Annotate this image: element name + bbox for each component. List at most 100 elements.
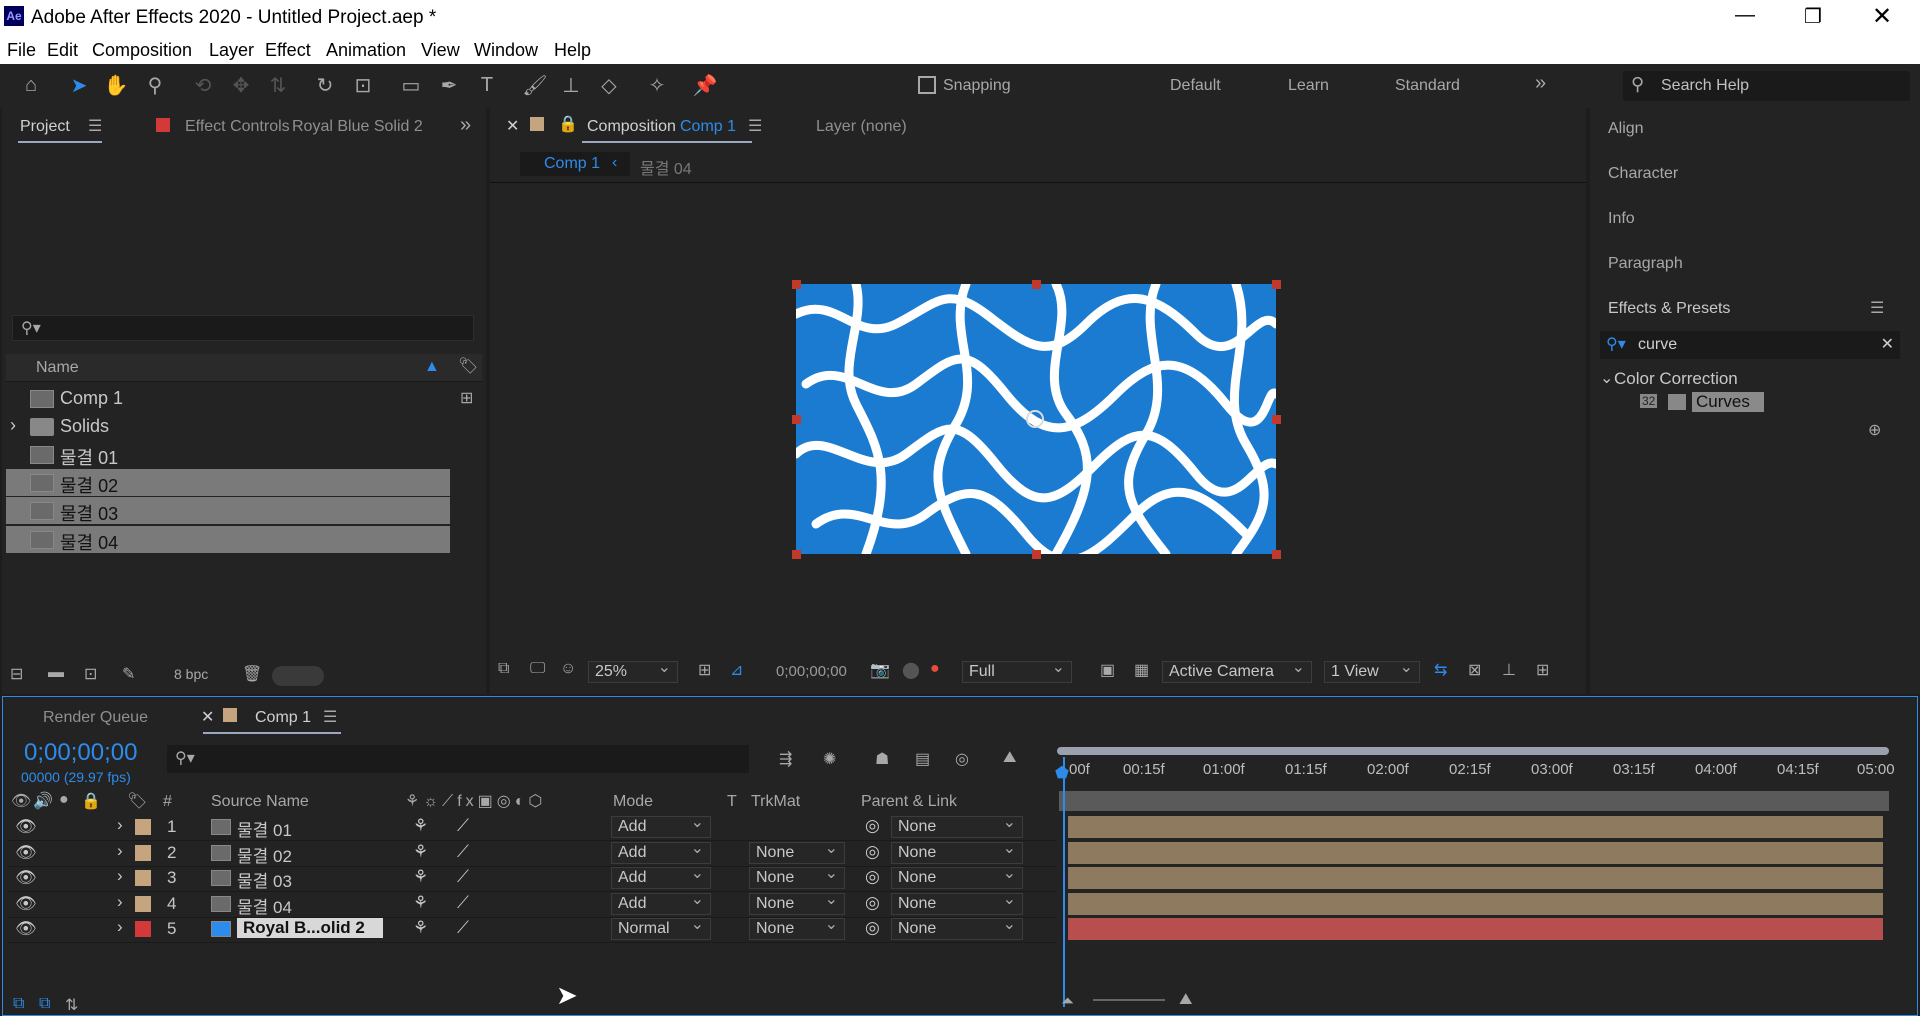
snapshot-icon[interactable]: 📷 [870, 660, 890, 680]
trash-icon[interactable]: 🗑 [242, 664, 262, 684]
label-color[interactable] [135, 844, 151, 861]
label-column-icon[interactable]: 🏷 [458, 356, 478, 376]
zoom-out-icon[interactable]: ⏶ [1061, 993, 1074, 1011]
layer-duration-bar[interactable] [1068, 867, 1883, 889]
layer-switches-toggle-icon[interactable]: ⧉ [13, 995, 24, 1013]
viewer-timecode[interactable]: 0;00;00;00 [776, 663, 847, 680]
panel-character[interactable]: Character [1608, 165, 1678, 183]
thumbnail-slider[interactable] [272, 666, 324, 686]
eye-icon[interactable]: 👁 [15, 843, 37, 863]
layer-viewer-tab[interactable]: Layer (none) [816, 118, 907, 136]
motion-blur-icon[interactable]: ◎ [955, 749, 969, 769]
handle-bm[interactable] [1032, 550, 1041, 559]
eraser-tool-icon[interactable]: ◇ [594, 70, 624, 100]
project-item[interactable]: 물결 04 [6, 526, 450, 553]
adjust-settings-icon[interactable]: ✎ [122, 664, 135, 684]
layer-duration-bar[interactable] [1068, 816, 1883, 838]
lock-icon[interactable]: 🔒 [558, 114, 578, 134]
menu-view[interactable]: View [421, 40, 460, 61]
transparency-grid-icon[interactable]: ▦ [1134, 660, 1149, 680]
layer-name[interactable]: Royal B...olid 2 [237, 918, 383, 938]
tab-project[interactable]: Project [20, 118, 70, 136]
workspace-learn[interactable]: Learn [1288, 77, 1329, 95]
effect-curves-item[interactable]: 32 Curves [1640, 392, 1900, 414]
pen-tool-icon[interactable]: ✒ [434, 70, 464, 100]
restore-icon[interactable]: ❐ [1804, 4, 1822, 29]
brush-tool-icon[interactable]: 🖌 [520, 70, 550, 100]
time-ruler[interactable]: 00f 00:15f 01:00f 01:15f 02:00f 02:15f 0… [1057, 757, 1897, 783]
effects-search-input[interactable]: ⚲▾ curve ✕ [1600, 331, 1900, 359]
handle-br[interactable] [1272, 550, 1281, 559]
clone-stamp-tool-icon[interactable]: ⊥ [556, 70, 586, 100]
workspace-default[interactable]: Default [1170, 77, 1221, 95]
tab-effect-controls[interactable]: Effect Controls [185, 118, 290, 136]
expand-arrow-icon[interactable]: › [117, 841, 123, 861]
menu-effect[interactable]: Effect [265, 40, 311, 61]
panel-paragraph[interactable]: Paragraph [1608, 255, 1683, 273]
pick-whip-icon[interactable]: ◎ [865, 842, 880, 862]
orbit-tool-icon[interactable]: ⟲ [188, 70, 218, 100]
zoom-dropdown[interactable]: 25% [588, 658, 678, 683]
eye-icon[interactable]: 👁 [15, 894, 37, 914]
show-snapshot-icon[interactable]: ⬤ [902, 660, 920, 680]
playhead[interactable] [1063, 757, 1065, 1007]
expand-arrow-icon[interactable]: › [117, 917, 123, 937]
hand-tool-icon[interactable]: ✋ [101, 70, 131, 100]
label-color[interactable] [135, 819, 151, 835]
project-item-folder[interactable]: › Solids [6, 413, 450, 440]
composition-mini-flowchart-icon[interactable]: ⇶ [779, 749, 792, 769]
expand-arrow-icon[interactable]: › [117, 892, 123, 912]
pan-behind-tool-icon[interactable]: ⊡ [348, 70, 378, 100]
timeline-menu-icon[interactable]: ☰ [323, 707, 337, 727]
mask-visibility-icon[interactable]: ☺ [560, 660, 576, 678]
timeline-icon[interactable]: ⊥ [1502, 660, 1516, 680]
pick-whip-icon[interactable]: ◎ [865, 893, 880, 913]
workspace-standard[interactable]: Standard [1395, 77, 1460, 95]
project-search-input[interactable]: ⚲▾ [12, 315, 474, 341]
trkmat-dropdown[interactable]: None [749, 890, 845, 915]
expand-arrow-icon[interactable]: › [117, 815, 123, 835]
mode-dropdown[interactable]: Add [611, 839, 711, 864]
layer-row[interactable]: 👁 › 4 물결 04 ⚘ ⟋ Add None ◎ None [7, 890, 1057, 918]
snapping-checkbox[interactable] [918, 76, 936, 94]
label-color[interactable] [135, 895, 151, 912]
trkmat-dropdown[interactable]: None [749, 864, 845, 889]
layer-duration-bar[interactable] [1068, 892, 1883, 915]
handle-bl[interactable] [792, 550, 801, 559]
home-icon[interactable]: ⌂ [16, 70, 46, 100]
close-icon[interactable]: ✕ [1872, 2, 1892, 31]
draft-3d-icon[interactable]: ✺ [823, 749, 836, 769]
roto-brush-tool-icon[interactable]: ✧ [642, 70, 672, 100]
search-help-field[interactable]: ⚲ Search Help [1623, 71, 1910, 101]
in-out-icon[interactable]: ⇅ [65, 995, 78, 1015]
panel-align[interactable]: Align [1608, 120, 1644, 138]
reset-exposure-icon[interactable]: ⊠ [1468, 660, 1481, 680]
effects-presets-title[interactable]: Effects & Presets [1608, 300, 1730, 318]
column-mode[interactable]: Mode [613, 793, 653, 811]
new-folder-icon[interactable]: ▬ [48, 664, 64, 682]
layer-name[interactable]: 물결 01 [237, 816, 292, 841]
parent-dropdown[interactable]: None [891, 890, 1023, 915]
quality-switch-icon[interactable]: ⟋ [457, 816, 469, 836]
menu-window[interactable]: Window [474, 40, 538, 61]
playhead-handle-icon[interactable]: ⬟ [1055, 763, 1069, 783]
pick-whip-icon[interactable]: ◎ [865, 816, 880, 836]
menu-edit[interactable]: Edit [47, 40, 78, 61]
interpret-footage-icon[interactable]: ⊟ [10, 664, 23, 684]
column-parent[interactable]: Parent & Link [861, 793, 957, 811]
anchor-point-icon[interactable] [1026, 410, 1044, 428]
shy-switch-icon[interactable]: ⚘ [413, 918, 428, 938]
project-item[interactable]: 물결 03 [6, 497, 450, 524]
composition-tab-label[interactable]: Composition [587, 118, 676, 136]
rectangle-tool-icon[interactable]: ▭ [396, 70, 426, 100]
type-tool-icon[interactable]: T [472, 70, 502, 100]
pick-whip-icon[interactable]: ◎ [865, 867, 880, 887]
composition-tab-name[interactable]: Comp 1 [680, 118, 736, 136]
always-preview-icon[interactable]: ⧉ [498, 660, 509, 678]
eye-icon[interactable]: 👁 [15, 817, 37, 837]
views-dropdown[interactable]: 1 View [1324, 658, 1420, 683]
label-color[interactable] [135, 921, 151, 937]
mode-dropdown[interactable]: Add [611, 813, 711, 838]
parent-dropdown[interactable]: None [891, 915, 1023, 940]
handle-mr[interactable] [1272, 415, 1281, 424]
